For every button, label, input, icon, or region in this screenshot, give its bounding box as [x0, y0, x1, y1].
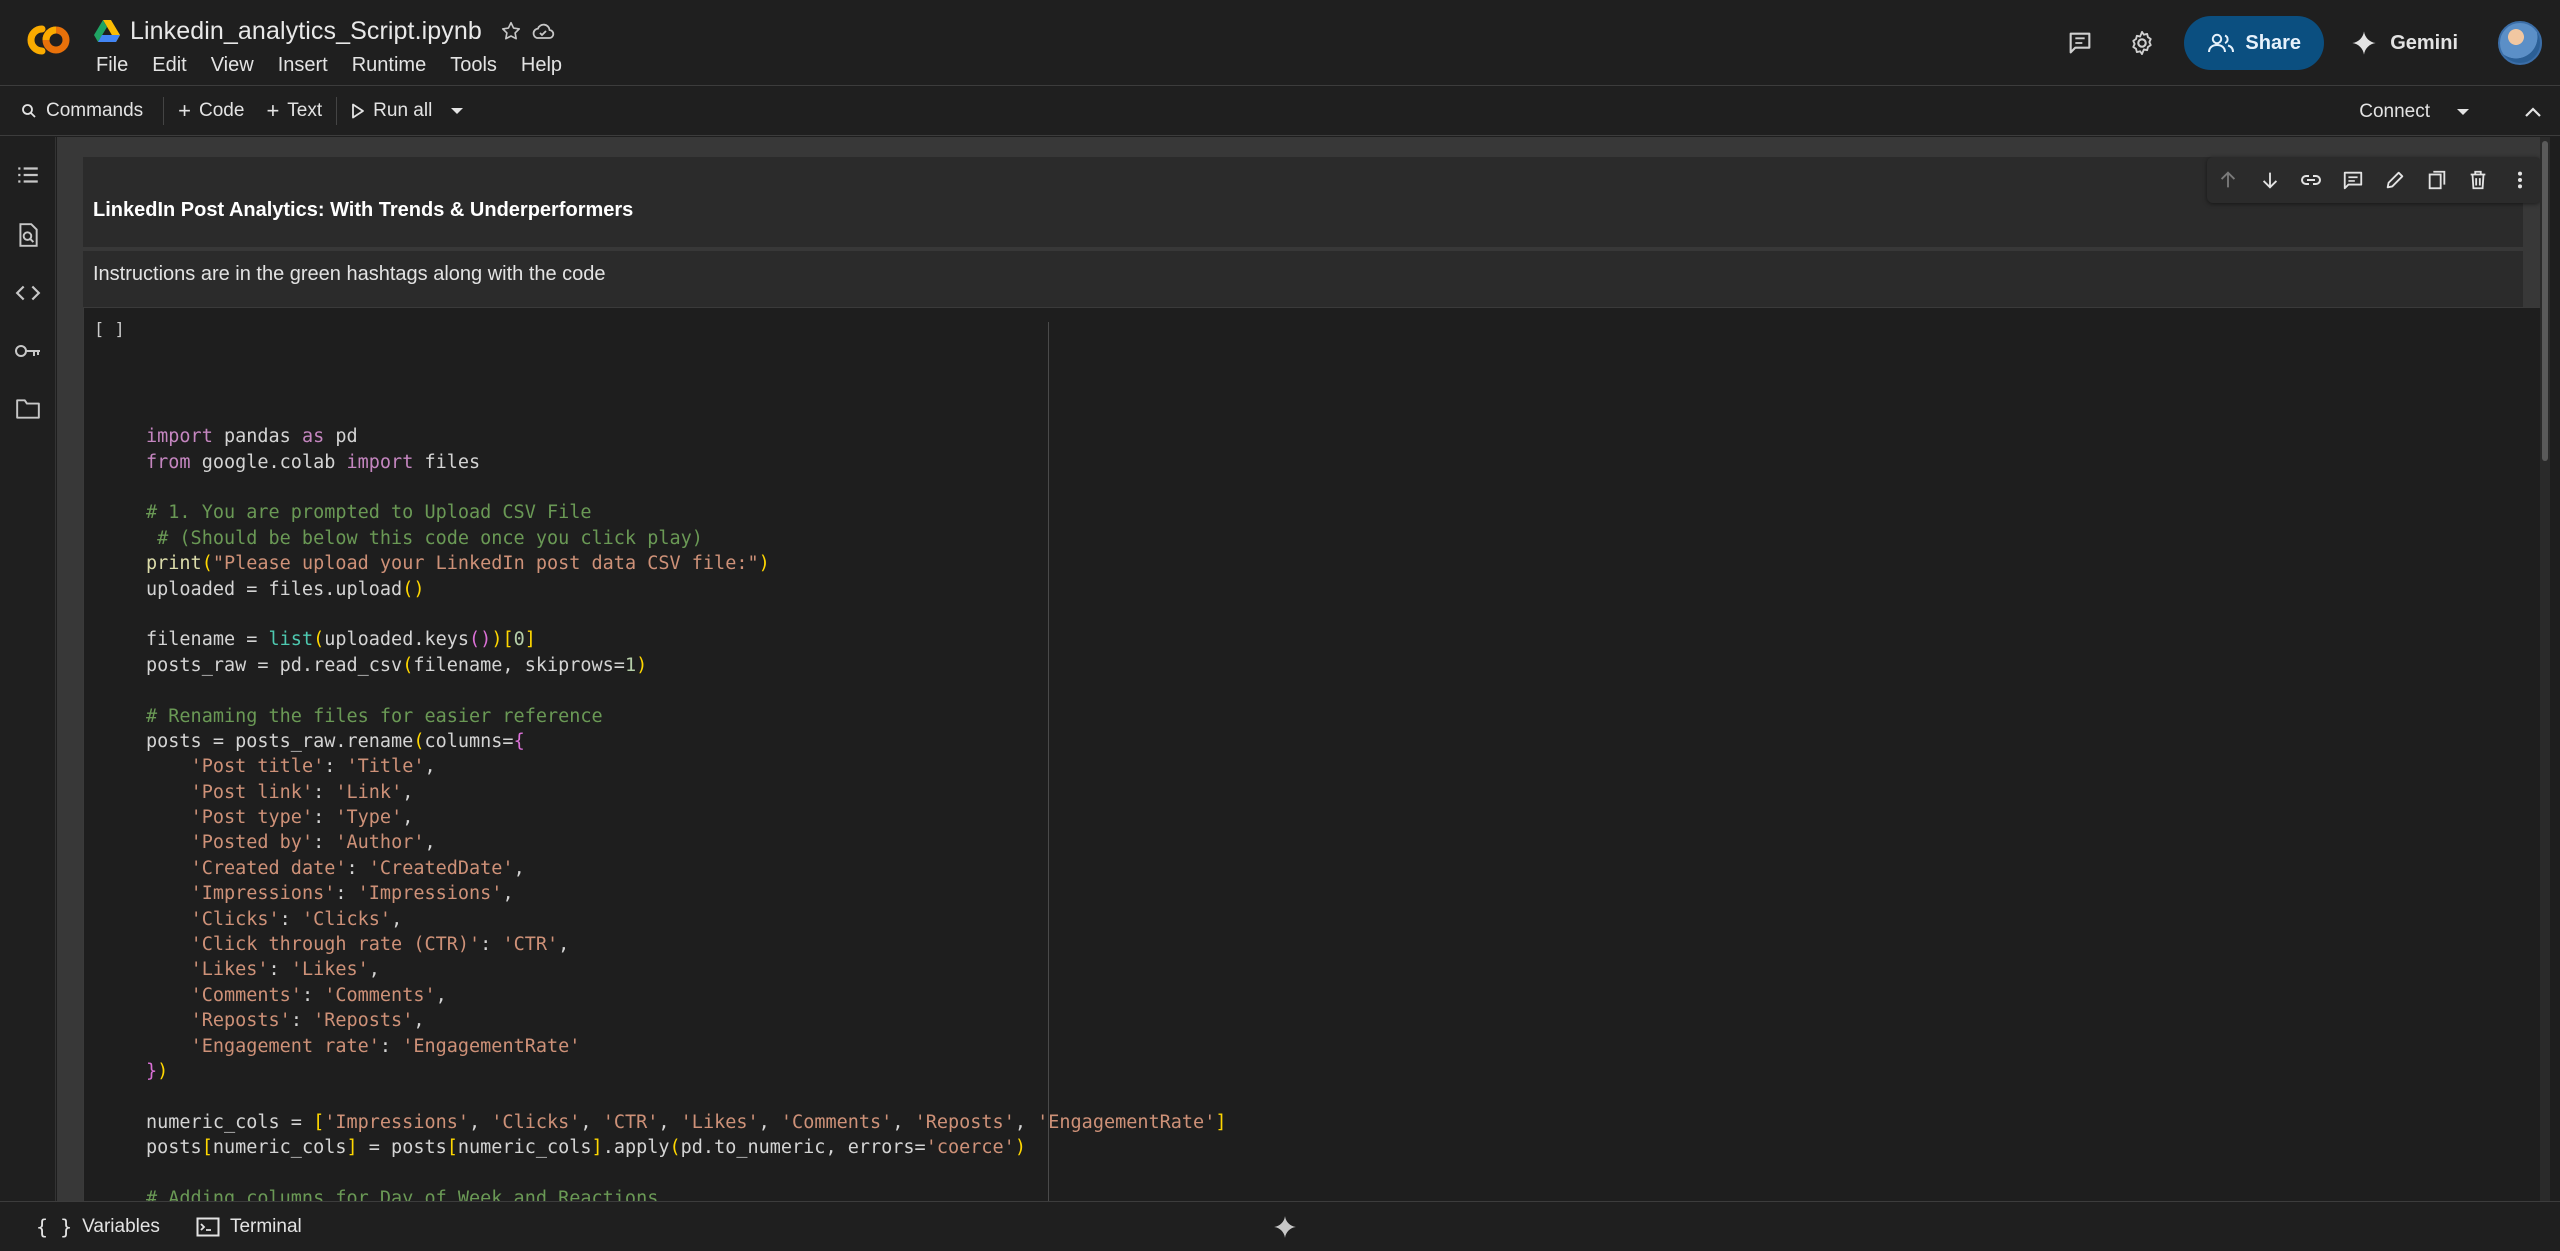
share-button[interactable]: Share: [2184, 16, 2325, 70]
secrets-key-icon[interactable]: [14, 337, 42, 365]
chevron-up-icon: [2525, 107, 2541, 117]
people-icon: [2208, 33, 2235, 53]
plus-icon: +: [178, 98, 192, 123]
commands-button[interactable]: Commands: [20, 100, 143, 122]
terminal-button[interactable]: Terminal: [196, 1216, 302, 1238]
run-all-dropdown[interactable]: [450, 106, 464, 116]
scrollbar-thumb[interactable]: [2542, 141, 2548, 461]
share-label: Share: [2245, 31, 2301, 54]
cell-toolbar: [2207, 157, 2541, 203]
run-all-label: Run all: [373, 100, 433, 121]
toolbar-divider: [163, 97, 165, 125]
variables-label: Variables: [82, 1215, 160, 1237]
markdown-cell-heading[interactable]: LinkedIn Post Analytics: With Trends & U…: [83, 157, 2541, 247]
find-replace-icon[interactable]: [14, 221, 42, 249]
connect-label: Connect: [2359, 100, 2430, 122]
caret-down-icon: [451, 108, 464, 114]
table-of-contents-icon[interactable]: [14, 161, 42, 189]
cell-run-indicator[interactable]: [ ]: [94, 320, 125, 340]
play-icon: [352, 103, 365, 119]
menu-view[interactable]: View: [211, 54, 254, 77]
heading-text: LinkedIn Post Analytics: With Trends & U…: [93, 199, 634, 221]
more-options-icon[interactable]: [2506, 166, 2534, 194]
link-icon[interactable]: [2297, 166, 2325, 194]
text-label: Text: [287, 100, 323, 121]
move-cell-down-icon[interactable]: [2256, 166, 2284, 194]
notebook-toolbar: Commands + Code + Text Run all Connect: [0, 87, 2560, 136]
notebook-main: LinkedIn Post Analytics: With Trends & U…: [57, 137, 2550, 1201]
colab-logo-icon[interactable]: [18, 20, 74, 60]
plus-icon: +: [266, 98, 280, 123]
edit-pencil-icon[interactable]: [2381, 166, 2409, 194]
gemini-sparkle-icon: [2352, 31, 2376, 55]
terminal-icon: [196, 1217, 220, 1236]
run-all-button[interactable]: Run all: [351, 100, 432, 122]
notebook-scrollbar[interactable]: [2540, 137, 2550, 1201]
comment-icon[interactable]: [2339, 166, 2367, 194]
move-cell-up-icon[interactable]: [2214, 166, 2242, 194]
search-icon: [22, 104, 36, 118]
menu-runtime[interactable]: Runtime: [352, 54, 426, 77]
files-folder-icon[interactable]: [14, 395, 42, 423]
connect-button[interactable]: Connect: [2359, 87, 2470, 136]
menu-bar: File Edit View Insert Runtime Tools Help: [96, 54, 586, 77]
mirror-cell-icon[interactable]: [2423, 166, 2451, 194]
collapse-header-button[interactable]: [2518, 97, 2548, 127]
gemini-sparkle-icon[interactable]: [1272, 1214, 1298, 1240]
menu-edit[interactable]: Edit: [152, 54, 186, 77]
settings-gear-icon[interactable]: [2122, 23, 2162, 63]
star-icon[interactable]: [498, 18, 524, 44]
left-sidebar: [0, 137, 56, 1201]
menu-tools[interactable]: Tools: [450, 54, 497, 77]
menu-insert[interactable]: Insert: [278, 54, 328, 77]
toolbar-divider: [336, 97, 338, 125]
code-editor[interactable]: import pandas as pd from google.colab imp…: [146, 348, 1226, 1201]
cloud-saved-icon[interactable]: [530, 18, 556, 44]
add-text-button[interactable]: + Text: [266, 98, 322, 124]
notebook-title[interactable]: Linkedin_analytics_Script.ipynb: [130, 17, 482, 46]
menu-file[interactable]: File: [96, 54, 128, 77]
menu-help[interactable]: Help: [521, 54, 562, 77]
variables-button[interactable]: { } Variables: [36, 1215, 160, 1239]
app-header: Linkedin_analytics_Script.ipynb File Edi…: [0, 0, 2560, 86]
comments-icon[interactable]: [2060, 23, 2100, 63]
delete-trash-icon[interactable]: [2464, 166, 2492, 194]
caret-down-icon[interactable]: [2456, 107, 2470, 117]
bottom-bar: { } Variables Terminal: [0, 1201, 2560, 1251]
add-code-button[interactable]: + Code: [178, 98, 244, 124]
code-label: Code: [199, 100, 245, 121]
gemini-label: Gemini: [2390, 31, 2458, 54]
commands-label: Commands: [46, 100, 144, 121]
code-cell[interactable]: [ ] import pandas as pd from google.colab…: [83, 307, 2543, 1201]
braces-icon: { }: [36, 1214, 73, 1239]
instructions-text: Instructions are in the green hashtags a…: [93, 263, 606, 285]
code-snippets-icon[interactable]: [14, 279, 42, 307]
terminal-label: Terminal: [229, 1215, 302, 1237]
google-drive-icon: [94, 20, 120, 42]
gemini-button[interactable]: Gemini: [2350, 29, 2458, 57]
user-avatar[interactable]: [2498, 21, 2542, 65]
